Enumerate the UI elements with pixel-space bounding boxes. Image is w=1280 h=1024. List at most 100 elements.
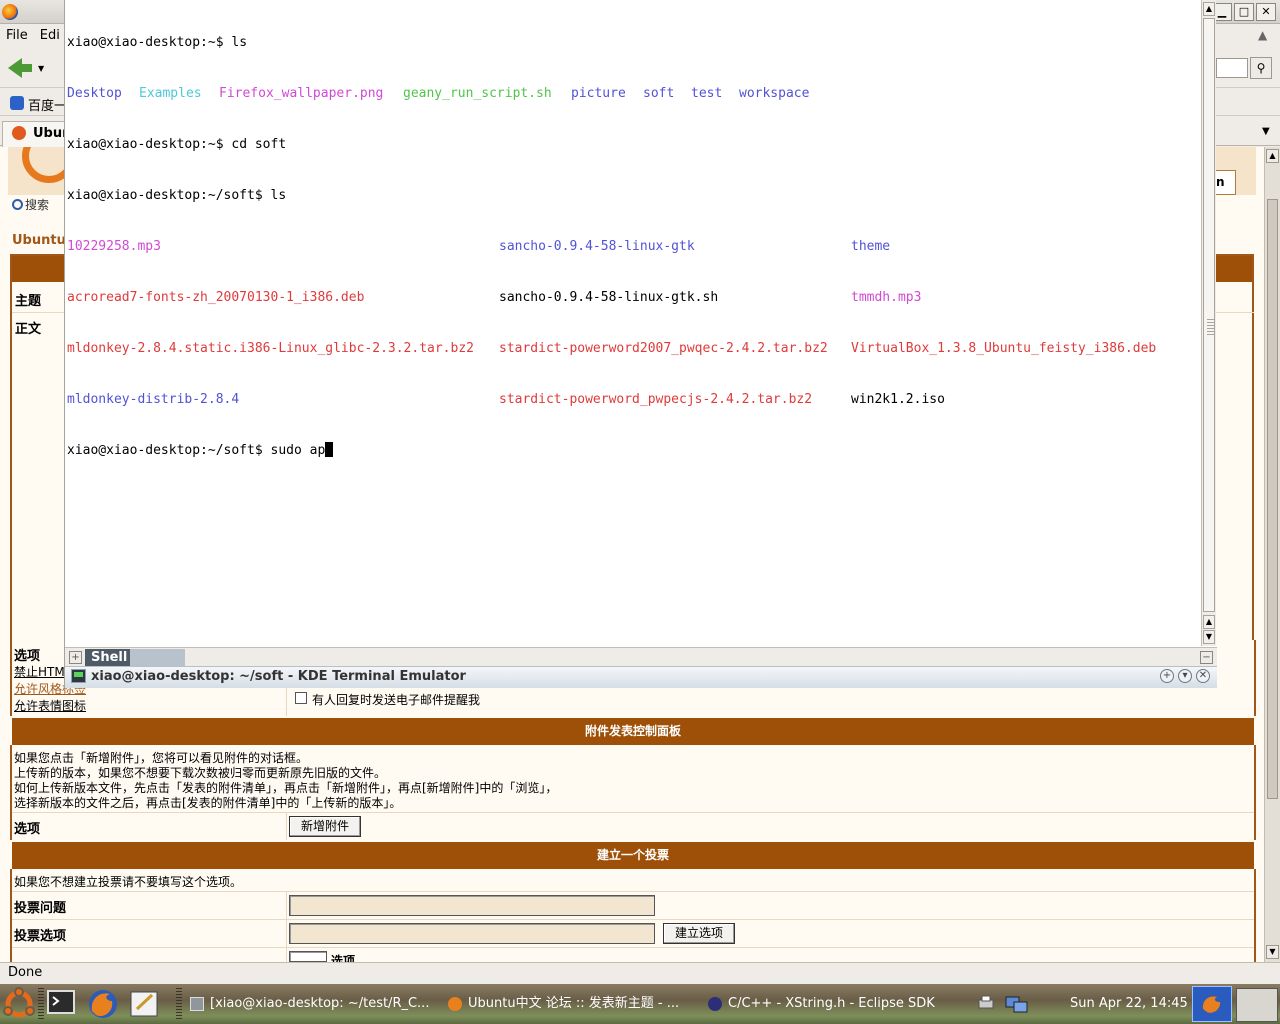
post-header-bar — [12, 256, 64, 282]
add-attachment-button[interactable]: 新增附件 — [289, 816, 361, 837]
firefox-launcher-icon[interactable] — [86, 987, 120, 1021]
search-link[interactable]: 搜索 — [12, 196, 49, 213]
clock[interactable]: Sun Apr 22, 14:45 — [1070, 988, 1188, 1020]
taskbar-separator — [38, 988, 44, 1020]
bookmark-item[interactable]: 百度一 — [28, 95, 67, 114]
text-cursor — [325, 442, 334, 457]
notify-checkbox[interactable] — [295, 692, 307, 704]
eclipse-icon — [708, 997, 722, 1011]
post-header-bar-right — [1214, 256, 1252, 282]
menu-edit[interactable]: Edi — [34, 25, 66, 46]
poll-option-input[interactable] — [289, 923, 655, 944]
listing-entry: stardict-powerword2007_pwqec-2.4.2.tar.b… — [499, 341, 828, 356]
notify-label: 有人回复时发送电子邮件提醒我 — [312, 693, 481, 707]
new-tab-icon[interactable]: + — [69, 651, 82, 664]
scroll-up-icon[interactable]: ▲ — [1203, 2, 1215, 16]
network-icon[interactable] — [1004, 988, 1030, 1020]
listing-entry: sancho-0.9.4-58-linux-gtk.sh — [499, 290, 719, 305]
terminal-line: Desktop Examples Firefox_wallpaper.png gean… — [67, 85, 1201, 102]
back-dropdown-icon[interactable]: ▼ — [38, 64, 44, 73]
maximize-button[interactable]: □ — [1234, 3, 1254, 21]
page-scrollbar[interactable]: ▲ ▼ — [1264, 147, 1280, 962]
terminal-line: acroread7-fonts-zh_20070130-1_i386.deb sa… — [67, 289, 1201, 306]
text-editor-launcher-icon[interactable] — [128, 987, 162, 1021]
banner-tab[interactable]: n — [1214, 170, 1236, 195]
listing-entry: geany_run_script.sh — [403, 86, 552, 101]
terminal-scrollbar[interactable]: ▲ ▲ ▼ — [1201, 0, 1216, 646]
back-arrow-icon[interactable] — [8, 57, 32, 79]
close-icon[interactable]: ✕ — [1196, 669, 1210, 683]
task-terminal[interactable]: [xiao@xiao-desktop: ~/test/R_C... — [186, 988, 436, 1020]
close-button[interactable]: ✕ — [1256, 3, 1276, 21]
poll-duration-suffix: 选项 — [331, 954, 356, 962]
column-divider — [286, 688, 287, 716]
scrollbar-thumb[interactable] — [1267, 199, 1278, 799]
forum-title[interactable]: Ubuntu — [12, 233, 66, 248]
attach-help-line: 选择新版本的文件之后，再点击[发表的附件清单]中的「上传新的版本」。 — [14, 796, 402, 810]
scroll-up-icon[interactable]: ▲ — [1203, 615, 1215, 629]
printer-icon[interactable] — [976, 988, 996, 1020]
terminal-icon — [71, 669, 86, 683]
row-divider — [1214, 312, 1254, 313]
ubuntu-logo — [8, 147, 64, 195]
ubuntu-menu-icon[interactable] — [2, 987, 36, 1021]
tab-shell[interactable]: Shell — [85, 649, 185, 667]
konsole-window: xiao@xiao-desktop:~$ ls Desktop Examples F… — [64, 0, 1217, 688]
task-eclipse[interactable]: C/C++ - XString.h - Eclipse SDK — [704, 988, 954, 1020]
task-firefox[interactable]: Ubuntu中文 论坛 :: 发表新主题 - ... — [444, 988, 694, 1020]
terminal-icon — [190, 997, 204, 1011]
command-input[interactable]: sudo ap — [271, 443, 326, 458]
close-tab-icon[interactable]: − — [1200, 651, 1213, 664]
row-divider — [12, 947, 1254, 948]
listing-entry: workspace — [739, 86, 810, 101]
listing-entry: mldonkey-distrib-2.8.4 — [67, 392, 240, 407]
active-window-indicator[interactable] — [1192, 986, 1232, 1022]
terminal-launcher-icon[interactable] — [46, 987, 80, 1021]
column-divider — [286, 812, 287, 840]
poll-duration-input[interactable] — [289, 951, 327, 962]
konsole-titlebar[interactable]: xiao@xiao-desktop: ~/soft - KDE Terminal… — [65, 666, 1217, 688]
listing-entry: theme — [851, 239, 891, 254]
scroll-down-icon[interactable]: ▼ — [1266, 945, 1279, 959]
search-input[interactable] — [1216, 58, 1248, 78]
minimize-icon[interactable]: ▾ — [1178, 669, 1192, 683]
terminal-line: xiao@xiao-desktop:~/soft$ sudo ap — [67, 442, 1201, 459]
listing-entry: acroread7-fonts-zh_20070130-1_i386.deb — [67, 290, 365, 305]
disable-html-link[interactable]: 禁止HTM — [14, 663, 65, 680]
listing-entry: sancho-0.9.4-58-linux-gtk — [499, 239, 695, 254]
terminal-output[interactable]: xiao@xiao-desktop:~$ ls Desktop Examples F… — [67, 0, 1201, 646]
scroll-down-icon[interactable]: ▼ — [1203, 630, 1215, 644]
allow-smilies-link[interactable]: 允许表情图标 — [14, 697, 86, 714]
terminal-line: xiao@xiao-desktop:~$ ls — [67, 35, 248, 50]
chevron-down-icon[interactable]: ▲ — [1258, 28, 1278, 48]
ubuntu-icon — [12, 126, 26, 140]
listing-entry: VirtualBox_1.3.8_Ubuntu_feisty_i386.deb — [851, 341, 1157, 356]
status-text: Done — [8, 965, 43, 980]
taskbar-separator — [176, 988, 182, 1020]
search-icon[interactable]: ⚲ — [1250, 57, 1272, 79]
menu-file[interactable]: File — [0, 25, 34, 46]
listing-entry: Desktop — [67, 86, 122, 101]
show-desktop-button[interactable] — [1236, 988, 1278, 1022]
scrollbar-thumb[interactable] — [1203, 18, 1215, 612]
poll-question-input[interactable] — [289, 895, 655, 916]
poll-option-label: 投票选项 — [14, 929, 67, 944]
listing-entry: 10229258.mp3 — [67, 239, 161, 254]
scroll-up-icon[interactable]: ▲ — [1266, 149, 1279, 163]
status-bar: Done — [0, 962, 1280, 984]
maximize-icon[interactable]: + — [1160, 669, 1174, 683]
listing-entry: win2k1.2.iso — [851, 392, 945, 407]
taskbar: [xiao@xiao-desktop: ~/test/R_C... Ubuntu… — [0, 984, 1280, 1024]
terminal-line: mldonkey-2.8.4.static.i386-Linux_glibc-2… — [67, 340, 1201, 357]
window-controls: + ▾ ✕ — [1160, 669, 1210, 683]
listing-entry: mldonkey-2.8.4.static.i386-Linux_glibc-2… — [67, 341, 474, 356]
poll-question-label: 投票问题 — [14, 901, 67, 916]
tab-list-icon[interactable]: ▼ — [1262, 126, 1270, 137]
poll-panel-header: 建立一个投票 — [12, 842, 1254, 869]
add-option-button[interactable]: 建立选项 — [663, 923, 735, 944]
row-divider — [12, 312, 64, 313]
terminal-line: 10229258.mp3 sancho-0.9.4-58-linux-gtk the… — [67, 238, 1201, 255]
listing-entry: tmmdh.mp3 — [851, 290, 922, 305]
listing-entry: soft — [643, 86, 675, 101]
window-title: xiao@xiao-desktop: ~/soft - KDE Terminal… — [91, 669, 466, 684]
